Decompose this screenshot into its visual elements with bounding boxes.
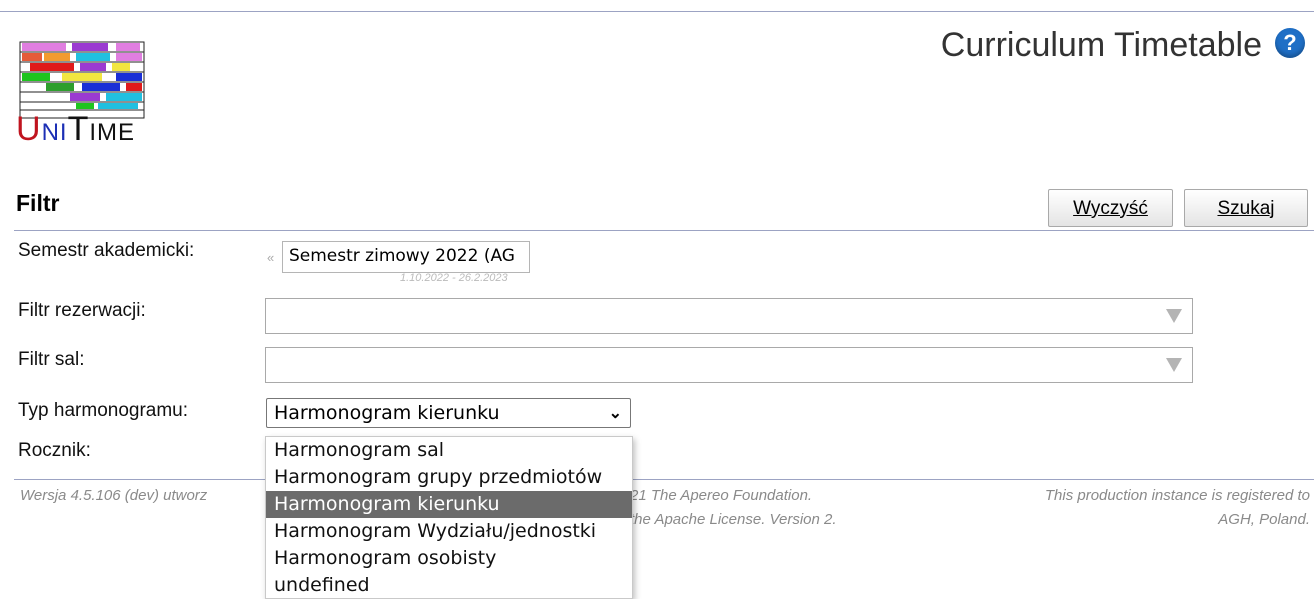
filter-heading: Filtr (16, 190, 60, 216)
timetable-type-label: Typ harmonogramu: (18, 400, 189, 421)
rooms-filter-label: Filtr sal: (18, 349, 85, 370)
session-selector[interactable]: Semestr zimowy 2022 (AG (282, 241, 530, 273)
clear-button[interactable]: Wyczyść (1048, 189, 1173, 227)
footer-divider (14, 479, 1314, 480)
footer-registration-org: AGH, Poland. (1218, 511, 1310, 528)
option-department-timetable[interactable]: Harmonogram Wydziału/jednostki (266, 518, 632, 545)
question-circle-icon[interactable]: ? (1275, 28, 1305, 58)
footer-registration: This production instance is registered t… (1044, 487, 1310, 504)
unitime-wordmark: UNITIME (16, 110, 136, 148)
session-dates: 1.10.2022 - 26.2.2023 (400, 272, 508, 284)
top-divider (0, 11, 1314, 12)
option-undefined[interactable]: undefined (266, 572, 632, 598)
reservation-filter-label: Filtr rezerwacji: (18, 300, 146, 321)
timetable-type-select[interactable]: Harmonogram kierunku ⌄ (266, 398, 631, 428)
option-personal-timetable[interactable]: Harmonogram osobisty (266, 545, 632, 572)
search-button-label: Szukaj (1217, 198, 1275, 219)
rooms-filter-input[interactable] (265, 347, 1193, 383)
filter-divider (14, 230, 1314, 231)
search-button[interactable]: Szukaj (1184, 189, 1308, 227)
clear-button-label: Wyczyść (1073, 198, 1148, 219)
dropdown-arrow-icon[interactable] (1166, 358, 1182, 372)
session-value: Semestr zimowy 2022 (AG (289, 246, 515, 266)
page-title: Curriculum Timetable (940, 26, 1262, 64)
previous-session-icon[interactable]: « (267, 250, 274, 265)
option-subject-group-timetable[interactable]: Harmonogram grupy przedmiotów (266, 464, 632, 491)
option-room-timetable[interactable]: Harmonogram sal (266, 437, 632, 464)
footer-version: Wersja 4.5.106 (dev) utworz (20, 487, 208, 504)
chevron-down-icon: ⌄ (608, 405, 622, 422)
timetable-type-value: Harmonogram kierunku (274, 402, 500, 424)
reservation-filter-input[interactable] (265, 298, 1193, 334)
year-label: Rocznik: (18, 440, 91, 461)
session-label: Semestr akademicki: (18, 240, 195, 261)
timetable-type-options: Harmonogram sal Harmonogram grupy przedm… (265, 436, 633, 599)
dropdown-arrow-icon[interactable] (1166, 309, 1182, 323)
footer-license: the Apache License. Version 2. (630, 511, 837, 528)
option-curriculum-timetable[interactable]: Harmonogram kierunku (266, 491, 632, 518)
footer-copyright: 21 The Apereo Foundation. (630, 487, 813, 504)
